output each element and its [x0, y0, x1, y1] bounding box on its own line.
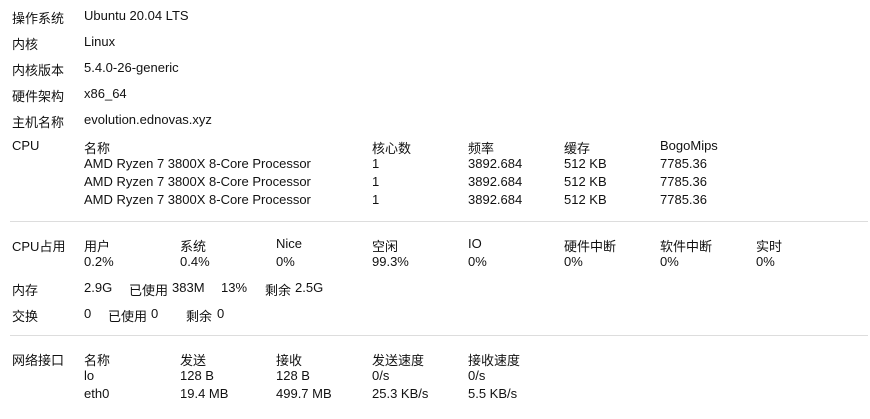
cpu-usage-col-hardirq: 硬件中断: [564, 239, 617, 254]
cpu-cache: 512 KB: [564, 174, 607, 189]
cpu-cores: 1: [372, 156, 380, 171]
kernel-value: Linux: [84, 34, 116, 49]
swap-free-label: 剩余: [186, 309, 213, 324]
cpu-usage-user: 0.2%: [84, 254, 114, 269]
cpu-usage-idle: 99.3%: [372, 254, 409, 269]
cpu-usage-nice: 0%: [276, 254, 295, 269]
cpu-bogomips: 7785.36: [660, 174, 707, 189]
swap-used: 0: [151, 306, 159, 321]
memory-used: 383M: [172, 280, 205, 295]
cpu-row: AMD Ryzen 7 3800X 8-Core Processor 1 389…: [0, 174, 870, 194]
network-header-row: 网络接口 名称 发送 接收 发送速度 接收速度: [0, 350, 870, 370]
cpu-name: AMD Ryzen 7 3800X 8-Core Processor: [84, 192, 311, 207]
network-iface-name: eth0: [84, 386, 110, 401]
cpu-freq: 3892.684: [468, 192, 523, 207]
os-label: 操作系统: [12, 11, 65, 26]
swap-label: 交换: [12, 309, 39, 324]
network-col-send-speed: 发送速度: [372, 353, 425, 368]
swap-total: 0: [84, 306, 92, 321]
network-send-speed: 25.3 KB/s: [372, 386, 429, 401]
kernel-version-label: 内核版本: [12, 63, 65, 78]
cpu-col-name: 名称: [84, 141, 111, 156]
arch-label: 硬件架构: [12, 89, 65, 104]
cpu-label: CPU: [12, 138, 40, 153]
network-col-receive-speed: 接收速度: [468, 353, 521, 368]
cpu-usage-header-row: CPU占用 用户 系统 Nice 空闲 IO 硬件中断 软件中断 实时: [0, 236, 870, 256]
memory-row: 内存 2.9G 已使用 383M 13% 剩余 2.5G: [0, 280, 870, 300]
network-label: 网络接口: [12, 353, 65, 368]
swap-free: 0: [217, 306, 225, 321]
cpu-usage-col-user: 用户: [84, 239, 111, 254]
cpu-cache: 512 KB: [564, 192, 607, 207]
network-row: eth0 19.4 MB 499.7 MB 25.3 KB/s 5.5 KB/s: [0, 386, 870, 406]
memory-label: 内存: [12, 283, 39, 298]
kernel-version-row: 内核版本 5.4.0-26-generic: [0, 60, 870, 80]
cpu-usage-io: 0%: [468, 254, 487, 269]
cpu-bogomips: 7785.36: [660, 156, 707, 171]
cpu-col-freq: 频率: [468, 141, 495, 156]
os-row: 操作系统 Ubuntu 20.04 LTS: [0, 8, 870, 28]
cpu-usage-system: 0.4%: [180, 254, 210, 269]
memory-free: 2.5G: [295, 280, 324, 295]
divider: [10, 335, 868, 336]
arch-value: x86_64: [84, 86, 127, 101]
cpu-freq: 3892.684: [468, 174, 523, 189]
network-received: 128 B: [276, 368, 310, 383]
cpu-usage-col-realtime: 实时: [756, 239, 783, 254]
cpu-row: AMD Ryzen 7 3800X 8-Core Processor 1 389…: [0, 156, 870, 176]
cpu-col-cores: 核心数: [372, 141, 412, 156]
cpu-cores: 1: [372, 192, 380, 207]
cpu-usage-value-row: 0.2% 0.4% 0% 99.3% 0% 0% 0% 0%: [0, 254, 870, 274]
cpu-col-cache: 缓存: [564, 141, 591, 156]
memory-used-label: 已使用: [129, 283, 169, 298]
cpu-cores: 1: [372, 174, 380, 189]
cpu-usage-realtime: 0%: [756, 254, 775, 269]
network-row: lo 128 B 128 B 0/s 0/s: [0, 368, 870, 388]
cpu-name: AMD Ryzen 7 3800X 8-Core Processor: [84, 174, 311, 189]
cpu-usage-softirq: 0%: [660, 254, 679, 269]
cpu-col-bogomips: BogoMips: [660, 138, 718, 153]
cpu-cache: 512 KB: [564, 156, 607, 171]
cpu-usage-col-nice: Nice: [276, 236, 303, 251]
cpu-usage-col-softirq: 软件中断: [660, 239, 713, 254]
arch-row: 硬件架构 x86_64: [0, 86, 870, 106]
cpu-usage-hardirq: 0%: [564, 254, 583, 269]
cpu-name: AMD Ryzen 7 3800X 8-Core Processor: [84, 156, 311, 171]
network-col-name: 名称: [84, 353, 111, 368]
swap-used-label: 已使用: [108, 309, 148, 324]
kernel-version-value: 5.4.0-26-generic: [84, 60, 179, 75]
network-sent: 19.4 MB: [180, 386, 229, 401]
memory-free-label: 剩余: [265, 283, 292, 298]
kernel-label: 内核: [12, 37, 39, 52]
hostname-row: 主机名称 evolution.ednovas.xyz: [0, 112, 870, 132]
cpu-usage-col-io: IO: [468, 236, 482, 251]
cpu-usage-col-idle: 空闲: [372, 239, 399, 254]
network-receive-speed: 0/s: [468, 368, 486, 383]
memory-total: 2.9G: [84, 280, 113, 295]
cpu-bogomips: 7785.36: [660, 192, 707, 207]
cpu-usage-label: CPU占用: [12, 239, 66, 254]
network-iface-name: lo: [84, 368, 95, 383]
os-value: Ubuntu 20.04 LTS: [84, 8, 189, 23]
network-sent: 128 B: [180, 368, 214, 383]
network-receive-speed: 5.5 KB/s: [468, 386, 518, 401]
swap-row: 交换 0 已使用 0 剩余 0: [0, 306, 870, 326]
network-col-sent: 发送: [180, 353, 207, 368]
hostname-label: 主机名称: [12, 115, 65, 130]
divider: [10, 221, 868, 222]
network-send-speed: 0/s: [372, 368, 390, 383]
cpu-usage-col-system: 系统: [180, 239, 207, 254]
network-col-received: 接收: [276, 353, 303, 368]
cpu-header-row: CPU 名称 核心数 频率 缓存 BogoMips: [0, 138, 870, 158]
kernel-row: 内核 Linux: [0, 34, 870, 54]
network-received: 499.7 MB: [276, 386, 332, 401]
cpu-row: AMD Ryzen 7 3800X 8-Core Processor 1 389…: [0, 192, 870, 212]
cpu-freq: 3892.684: [468, 156, 523, 171]
hostname-value: evolution.ednovas.xyz: [84, 112, 212, 127]
memory-percent: 13%: [221, 280, 248, 295]
